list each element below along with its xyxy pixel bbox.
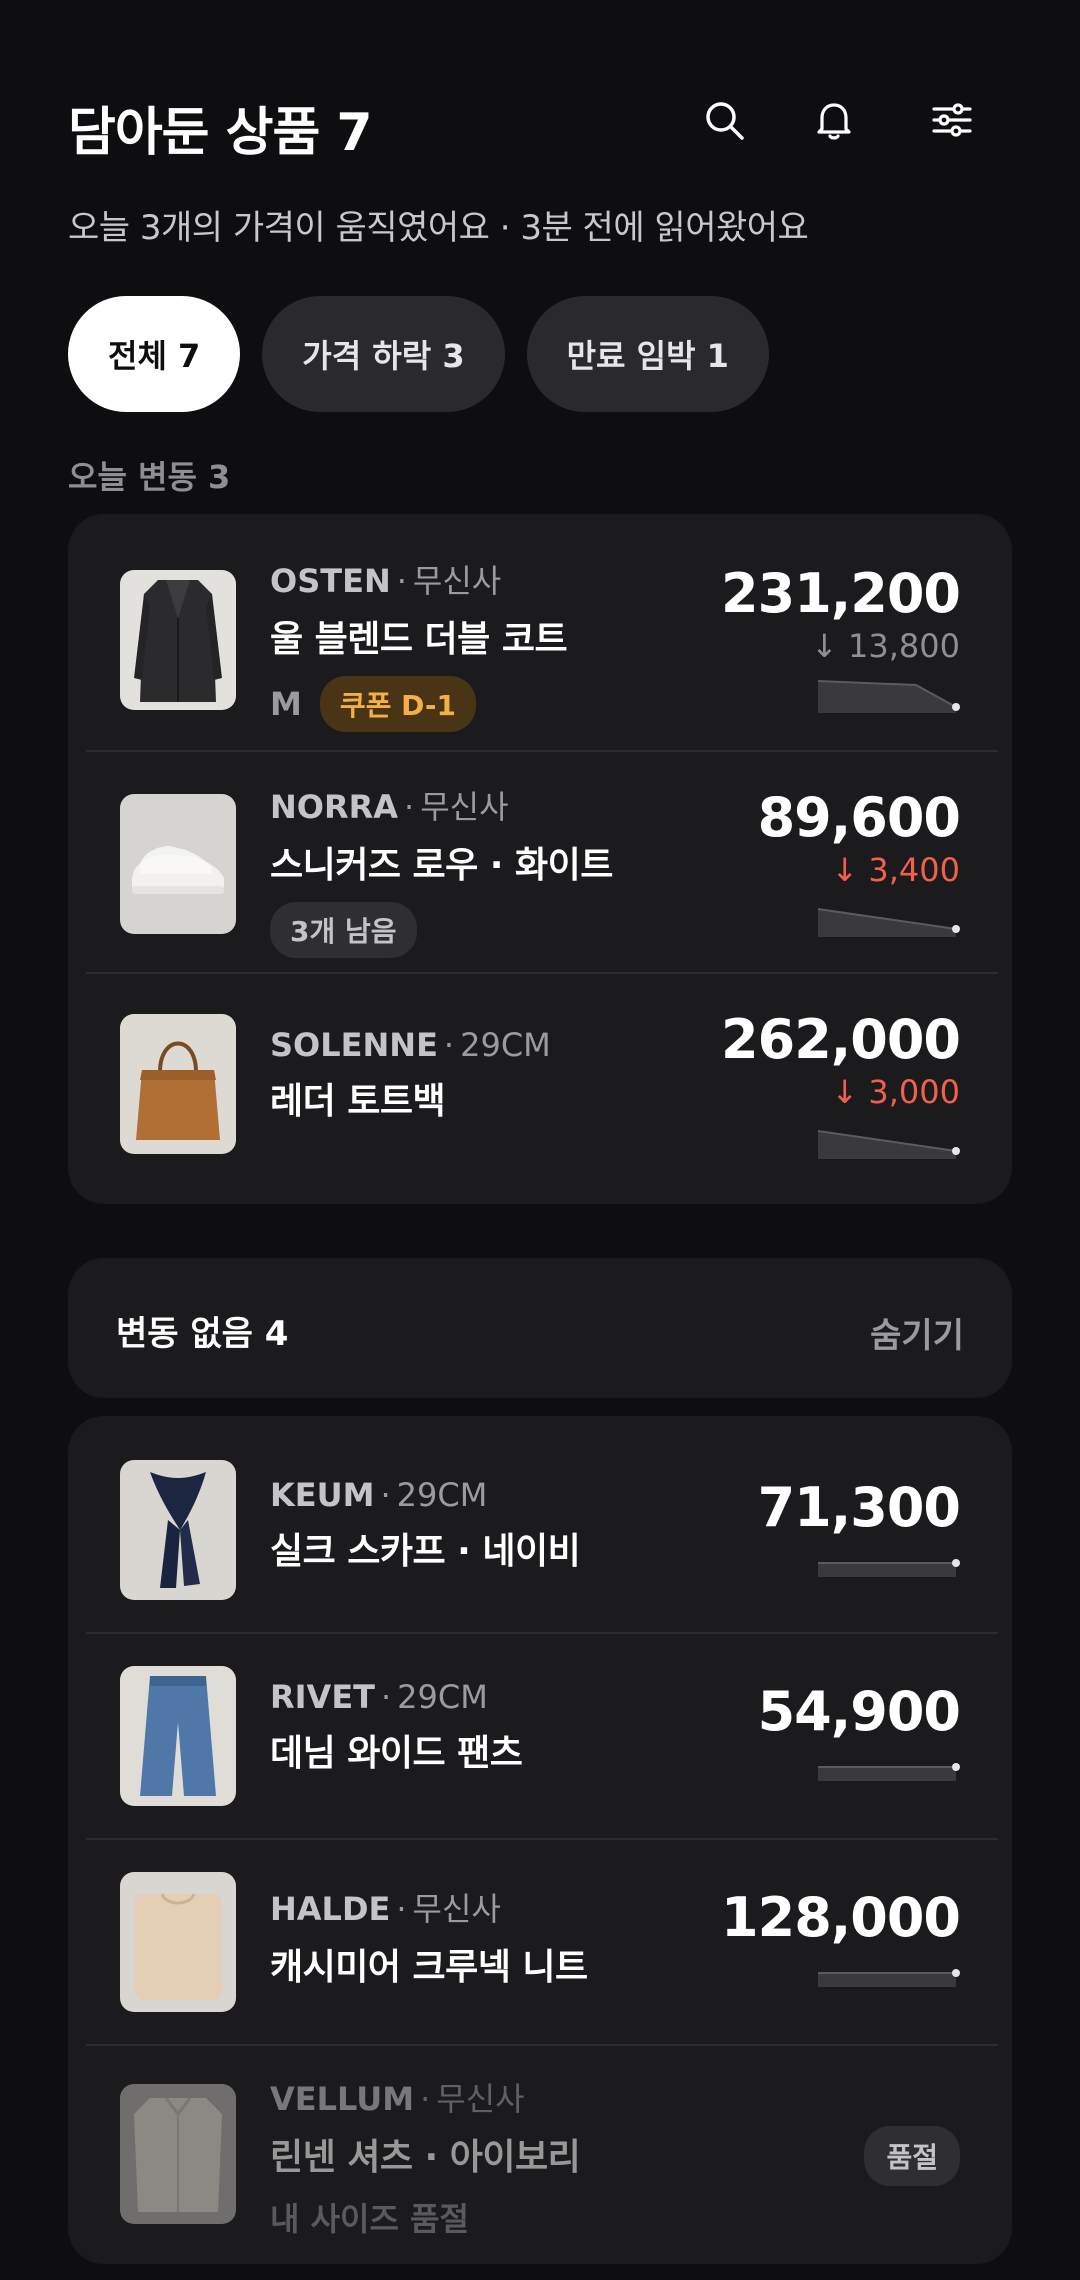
soldout-badge: 품절 — [864, 2126, 960, 2186]
product-thumbnail-tote — [120, 1014, 236, 1154]
price-column: 262,000 ↓ 3,000 — [721, 1008, 961, 1161]
current-price: 54,900 — [757, 1680, 961, 1743]
section-label-changed: 오늘 변동 3 — [68, 458, 231, 496]
store-name: 무신사 — [436, 2080, 525, 2118]
brand-name: VELLUM — [270, 2080, 415, 2118]
price-sparkline — [818, 1763, 960, 1781]
product-name: 데님 와이드 팬츠 — [270, 1733, 523, 1774]
store-name: 무신사 — [412, 1890, 501, 1928]
store-name: 무신사 — [412, 562, 502, 600]
item-info: SOLENNE · 29CM 레더 토트백 — [270, 1026, 551, 1122]
item-info: NORRA · 무신사 스니커즈 로우 · 화이트 3개 남음 — [270, 782, 613, 958]
sync-status-text: 오늘 3개의 가격이 움직였어요 · 3분 전에 읽어왔어요 — [68, 208, 809, 248]
list-item[interactable]: VELLUM · 무신사 린넨 셔츠 · 아이보리 내 사이즈 품절 품절 — [68, 2046, 1012, 2264]
notification-button[interactable] — [798, 84, 870, 156]
screen: 담아둔 상품 7 오늘 3개의 가격이 움직였어요 · 3분 전에 읽어왔어요 … — [0, 0, 1080, 2280]
filter-icon — [932, 103, 972, 137]
product-name: 실크 스카프 · 네이비 — [270, 1531, 581, 1572]
product-name: 울 블렌드 더블 코트 — [270, 619, 568, 660]
list-item[interactable]: SOLENNE · 29CM 레더 토트백 262,000 ↓ 3,000 — [68, 974, 1012, 1204]
item-info: RIVET · 29CM 데님 와이드 팬츠 — [270, 1678, 523, 1774]
chip-expiring[interactable]: 만료 임박 1 — [526, 296, 769, 412]
bell-icon — [817, 103, 851, 140]
list-item[interactable]: NORRA · 무신사 스니커즈 로우 · 화이트 3개 남음 89,600 ↓ 3… — [68, 752, 1012, 974]
current-price: 128,000 — [721, 1886, 961, 1949]
price-delta: ↓ 3,000 — [831, 1073, 960, 1111]
filter-chips: 전체 7 가격 하락 3 만료 임박 1 — [68, 296, 769, 412]
product-name: 레더 토트백 — [270, 1081, 446, 1122]
price-sparkline — [817, 908, 960, 937]
price-column: 54,900 — [757, 1680, 961, 1783]
size-soldout-note: 내 사이즈 품절 — [270, 2200, 469, 2238]
list-item[interactable]: OSTEN · 무신사 울 블렌드 더블 코트 M 쿠폰 D-1 231,200 ↓… — [68, 514, 1012, 752]
changed-items-card: OSTEN · 무신사 울 블렌드 더블 코트 M 쿠폰 D-1 231,200 ↓… — [68, 514, 1012, 1204]
brand-name: RIVET — [270, 1678, 375, 1716]
price-delta: ↓ 13,800 — [811, 627, 960, 665]
price-column: 89,600 ↓ 3,400 — [757, 786, 961, 939]
store-name: 29CM — [460, 1026, 551, 1064]
filter-button[interactable] — [916, 84, 988, 156]
brand-name: OSTEN — [270, 562, 391, 600]
page-title: 담아둔 상품 7 — [68, 103, 373, 163]
product-thumbnail-scarf — [120, 1460, 236, 1600]
current-price: 89,600 — [757, 786, 961, 849]
search-button[interactable] — [688, 84, 760, 156]
search-icon — [706, 102, 744, 140]
coupon-badge: 쿠폰 D-1 — [319, 676, 476, 732]
price-sparkline — [817, 1130, 960, 1159]
stock-badge: 3개 남음 — [270, 902, 417, 958]
current-price: 231,200 — [721, 562, 961, 625]
list-item[interactable]: RIVET · 29CM 데님 와이드 팬츠 54,900 — [68, 1634, 1012, 1840]
product-thumbnail-shirt — [120, 2084, 236, 2224]
product-name: 스니커즈 로우 · 화이트 — [270, 845, 613, 886]
item-info: VELLUM · 무신사 린넨 셔츠 · 아이보리 내 사이즈 품절 — [270, 2080, 581, 2238]
size-label: M — [270, 685, 302, 723]
price-delta: ↓ 3,400 — [831, 851, 960, 889]
chip-price-drop[interactable]: 가격 하락 3 — [262, 296, 505, 412]
list-item[interactable]: HALDE · 무신사 캐시미어 크루넥 니트 128,000 — [68, 1840, 1012, 2046]
chip-all[interactable]: 전체 7 — [68, 296, 241, 412]
list-item[interactable]: KEUM · 29CM 실크 스카프 · 네이비 71,300 — [68, 1416, 1012, 1634]
item-info: HALDE · 무신사 캐시미어 크루넥 니트 — [270, 1890, 588, 1988]
product-name: 린넨 셔츠 · 아이보리 — [270, 2137, 581, 2178]
nochange-items-card: KEUM · 29CM 실크 스카프 · 네이비 71,300 RIVET · … — [68, 1416, 1012, 2264]
brand-name: KEUM — [270, 1476, 375, 1514]
price-sparkline — [818, 1969, 960, 1987]
hide-toggle-button[interactable]: 숨기기 — [870, 1308, 964, 1357]
price-column: 128,000 — [721, 1886, 961, 1989]
product-thumbnail-coat — [120, 570, 236, 710]
header: 담아둔 상품 7 — [68, 84, 1012, 163]
section-title-nochange: 변동 없음 4 — [116, 1314, 289, 1354]
nochange-header-card: 변동 없음 4 숨기기 — [68, 1258, 1012, 1398]
current-price: 262,000 — [721, 1008, 961, 1071]
price-sparkline — [817, 680, 960, 713]
item-info: OSTEN · 무신사 울 블렌드 더블 코트 M 쿠폰 D-1 — [270, 556, 568, 732]
product-thumbnail-knit — [120, 1872, 236, 2012]
product-name: 캐시미어 크루넥 니트 — [270, 1947, 588, 1988]
store-name: 29CM — [396, 1476, 488, 1514]
item-info: KEUM · 29CM 실크 스카프 · 네이비 — [270, 1476, 581, 1572]
product-thumbnail-jeans — [120, 1666, 236, 1806]
price-sparkline — [818, 1559, 960, 1577]
store-name: 무신사 — [420, 788, 509, 826]
store-name: 29CM — [397, 1678, 488, 1716]
current-price: 71,300 — [757, 1476, 961, 1539]
product-thumbnail-sneakers — [120, 794, 236, 934]
brand-name: NORRA — [270, 788, 399, 826]
price-column: 231,200 ↓ 13,800 — [721, 562, 961, 715]
brand-name: SOLENNE — [270, 1026, 438, 1064]
brand-name: HALDE — [270, 1890, 391, 1928]
price-column: 71,300 — [757, 1476, 961, 1579]
